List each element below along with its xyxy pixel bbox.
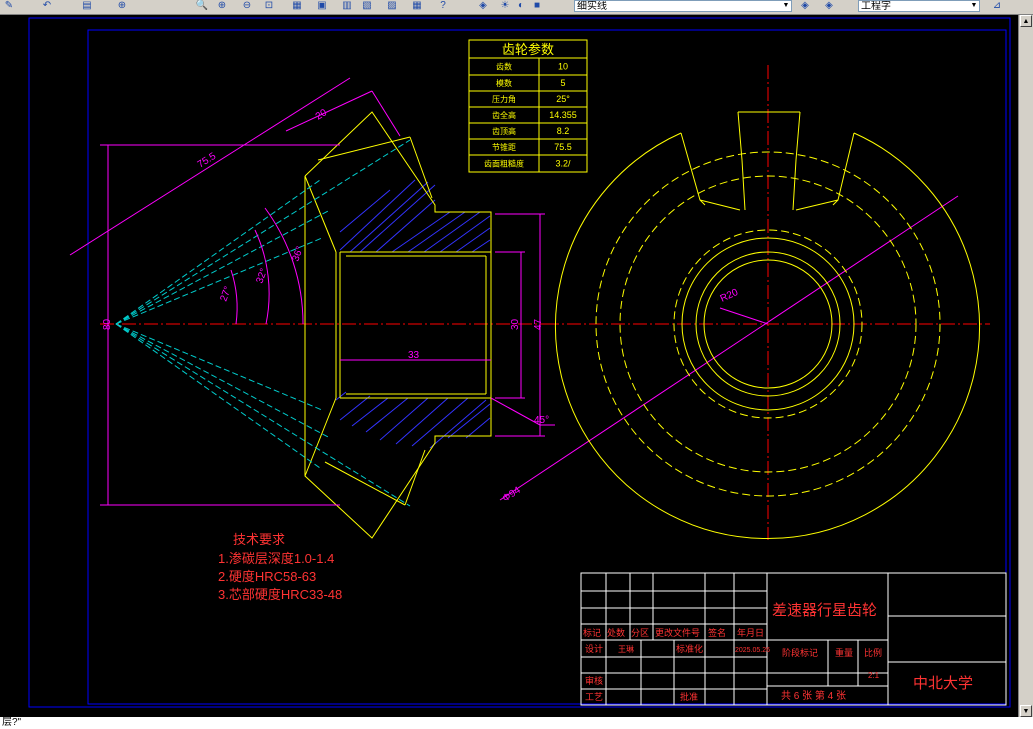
dim-47: 47 [533,318,544,330]
tech-req-item-3: 3.芯部硬度HRC33-48 [218,587,342,602]
section-hatch [335,179,491,449]
gear-param-label: 齿数 [496,62,512,72]
dim-45: 45° [534,415,549,426]
gear-param-label: 节锥距 [492,142,516,152]
text-style-icon[interactable]: ⊿ [990,0,1004,12]
layer-combo-value: 细实线 [577,1,607,12]
tech-req-title: 技术要求 [233,532,285,547]
zoom-previous-icon[interactable]: ↶ [40,0,54,12]
gear-param-label: 模数 [496,78,512,88]
review-label: 审核 [585,675,603,686]
gear-param-label: 齿面粗糙度 [484,159,524,169]
properties-icon[interactable]: ▤ [80,0,94,12]
scroll-down-icon[interactable]: ▼ [1020,705,1032,717]
scale-value: 2:1 [868,671,880,680]
sheets-label: 共 6 张 第 4 张 [781,689,846,702]
titleblock-header: 标记 [583,627,601,638]
tool-palette-icon[interactable]: ▣ [315,0,329,12]
gear-param-value: 3.2/ [555,159,571,169]
layer-manager-icon[interactable]: ◈ [476,0,490,12]
vertical-scrollbar[interactable]: ▲ ▼ [1018,15,1033,717]
centerlines [100,65,990,540]
dim-36: 36° [290,245,306,263]
layer-walk-icon[interactable]: ◈ [822,0,836,12]
chevron-down-icon: ▼ [970,2,978,9]
gear-param-label: 齿顶高 [492,126,516,136]
match-properties-icon[interactable]: ✎ [2,0,16,12]
titleblock-header: 分区 [631,628,649,638]
gear-param-value: 10 [558,62,568,72]
workspace-combo[interactable]: 工程字 ▼ [858,0,980,12]
drawing-canvas[interactable]: 齿轮参数 齿数 10 模数 5 压力角 25° 齿全高 14.355 齿顶高 8.2 节锥距 75.5… [0,15,1018,717]
titleblock-header: 更改文件号 [655,627,700,638]
toolbar: ✎ ↶ ▤ ⊕ 🔍 ⊕ ⊖ ⊡ ▦ ▣ ▥ ▧ ▨ ▦ ? ◈ ☀ ◐ ■ 细实… [0,0,1033,15]
zoom-realtime-icon[interactable]: ⊕ [115,0,129,12]
dim-33: 33 [408,350,420,361]
chevron-down-icon: ▼ [782,2,790,9]
command-line[interactable]: 层?" [0,717,1033,729]
design-center-icon[interactable]: ▦ [290,0,304,12]
zoom-window-icon[interactable]: 🔍 [195,0,209,12]
help-icon[interactable]: ? [436,0,450,12]
gear-param-value: 25° [556,94,570,104]
zoom-out-icon[interactable]: ⊖ [240,0,254,12]
titleblock-header: 处数 [607,627,625,638]
design-label: 设计 [585,643,603,654]
dim-75-5: 75.5 [196,151,219,171]
zoom-in-icon[interactable]: ⊕ [215,0,229,12]
scale-label: 比例 [864,647,882,658]
gear-param-value: 75.5 [554,142,572,152]
layer-state-icon[interactable]: ☀ [498,0,512,12]
weight-label: 重量 [835,647,853,658]
designer-name: 王琳 [618,644,634,654]
approve-label: 批准 [680,691,698,702]
markup-icon[interactable]: ▨ [385,0,399,12]
tech-req-item-1: 1.渗碳层深度1.0-1.4 [218,551,334,566]
layer-previous-icon[interactable]: ◈ [798,0,812,12]
titleblock-header: 年月日 [737,627,764,638]
sheet-set-icon[interactable]: ▧ [360,0,374,12]
front-view-outline [304,111,492,539]
drawing-name: 差速器行星齿轮 [772,602,877,619]
dim-30: 30 [510,318,521,330]
scroll-up-icon[interactable]: ▲ [1020,15,1032,27]
stage-label: 阶段标记 [782,647,818,658]
layer-color-icon[interactable]: ■ [530,0,544,12]
gear-params-table [468,39,588,173]
school-name: 中北大学 [913,675,973,692]
standardize-label: 标准化 [676,643,703,654]
workspace-combo-value: 工程字 [861,1,891,12]
zoom-extents-icon[interactable]: ⊡ [262,0,276,12]
gear-param-value: 8.2 [557,126,570,136]
layer-lock-icon[interactable]: ◐ [514,0,528,12]
gear-param-label: 压力角 [492,94,516,104]
gear-params-title: 齿轮参数 [502,42,554,57]
layer-combo[interactable]: 细实线 ▼ [574,0,792,12]
dim-20: 20 [314,107,330,122]
gear-param-value: 5 [560,78,565,88]
dim-r20: R20 [719,287,741,305]
dim-80: 80 [102,318,113,330]
tech-req-item-2: 2.硬度HRC58-63 [218,569,316,584]
gear-param-label: 齿全高 [492,110,516,120]
pitch-cone-lines [115,139,411,507]
dim-phi94: Φ94 [501,485,523,505]
design-date: 2025.05.26 [735,647,770,654]
gear-param-value: 14.355 [549,110,577,120]
titleblock-header: 签名 [708,627,726,638]
grid-icon[interactable]: ▦ [410,0,424,12]
command-line-text: 层?" [2,717,22,728]
calculator-icon[interactable]: ▥ [340,0,354,12]
process-label: 工艺 [585,692,603,702]
dim-27: 27° [218,285,234,303]
